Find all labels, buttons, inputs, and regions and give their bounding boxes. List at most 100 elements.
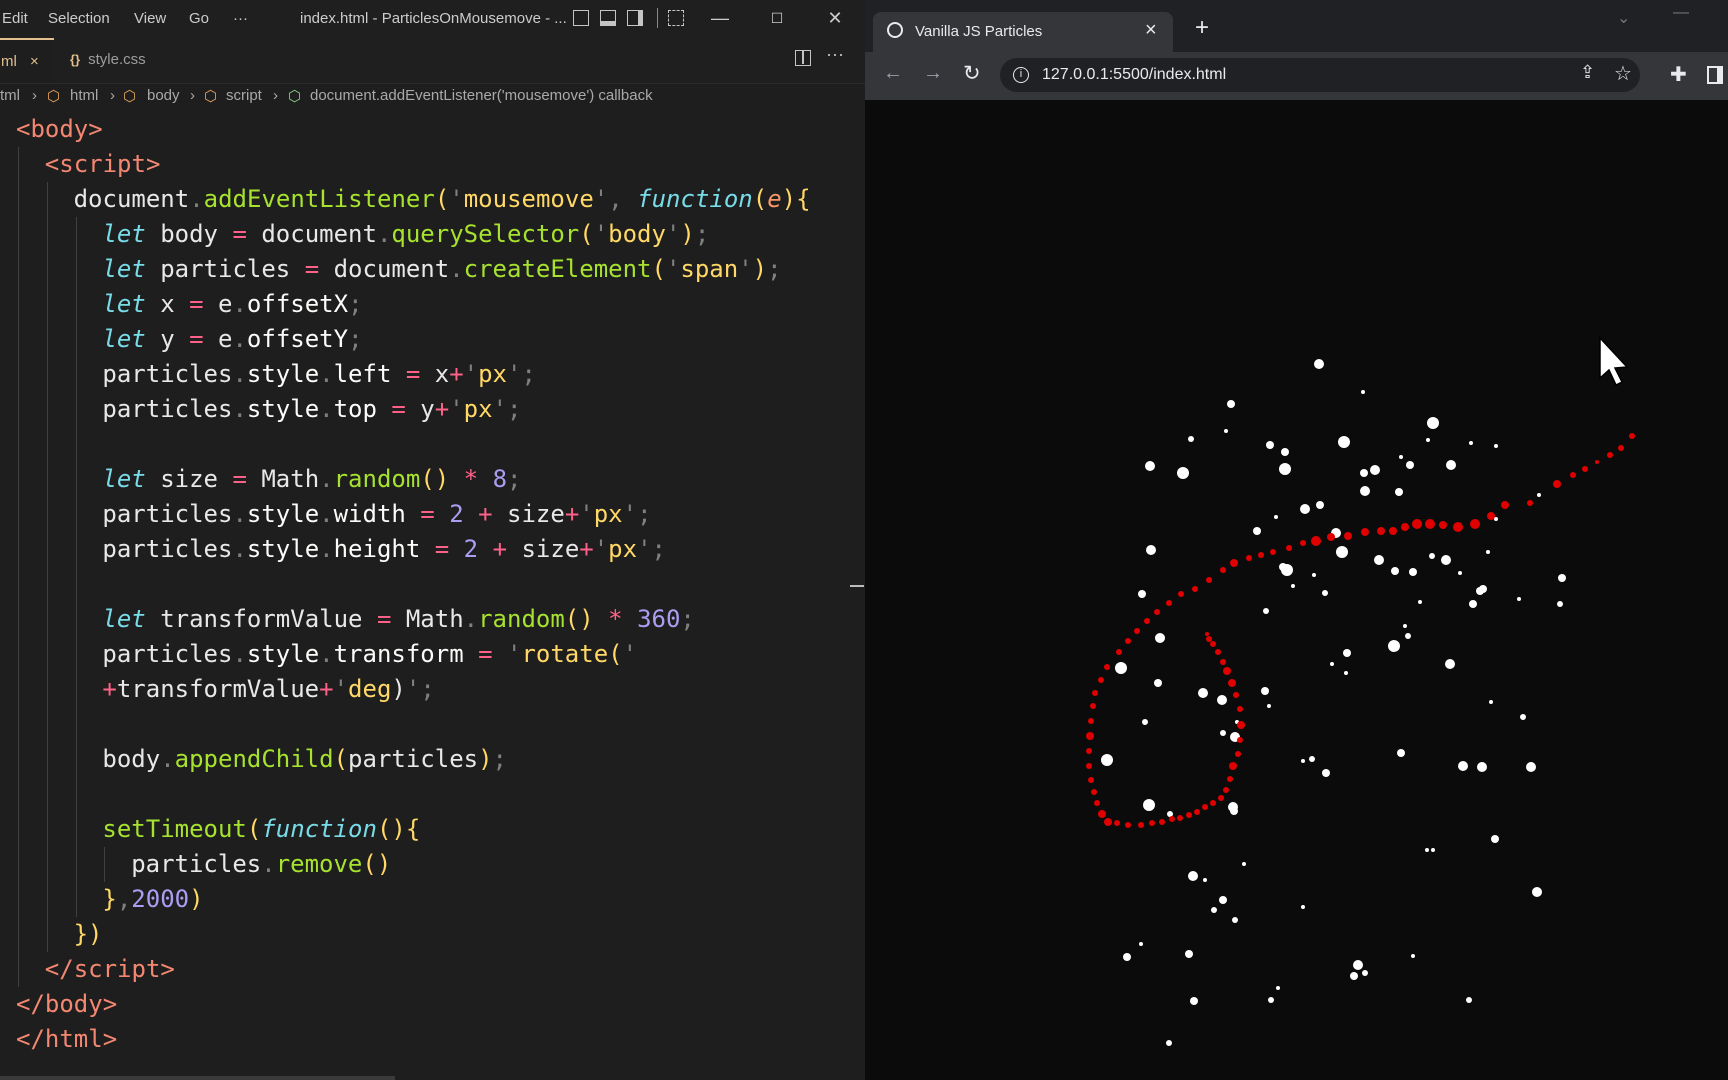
code-token: particles: [102, 500, 233, 528]
menu-view[interactable]: View: [134, 10, 166, 27]
menu-more[interactable]: ···: [233, 10, 248, 27]
red-particle: [1258, 552, 1264, 558]
red-particle: [1086, 763, 1092, 769]
code-token: ){: [781, 185, 811, 213]
white-particle: [1139, 942, 1143, 946]
white-particle: [1353, 960, 1363, 970]
code-token: style: [246, 535, 320, 563]
share-icon[interactable]: ⇪: [1580, 62, 1595, 83]
particles-canvas[interactable]: [865, 100, 1728, 1080]
red-particle: [1116, 649, 1122, 655]
red-particle: [1425, 519, 1435, 529]
more-actions-icon[interactable]: ···: [826, 44, 844, 65]
menu-go[interactable]: Go: [189, 10, 209, 27]
red-particle: [1159, 819, 1165, 825]
globe-icon: [887, 22, 903, 38]
code-token: (: [246, 815, 262, 843]
red-particle: [1501, 501, 1509, 509]
code-token: particles: [348, 745, 479, 773]
code-token: px: [593, 500, 623, 528]
code-token: (: [333, 745, 349, 773]
white-particle: [1406, 461, 1414, 469]
breadcrumb-item[interactable]: script: [226, 87, 262, 104]
white-particle: [1391, 567, 1399, 575]
bookmark-star-icon[interactable]: ☆: [1614, 61, 1632, 86]
white-particle: [1466, 997, 1472, 1003]
code-token: style: [246, 395, 320, 423]
extensions-icon[interactable]: ✚: [1670, 62, 1687, 87]
code-token: transformValue: [116, 675, 320, 703]
tab-index-html[interactable]: ml ×: [0, 38, 54, 83]
breadcrumb-item[interactable]: tml: [0, 87, 20, 104]
minimize-icon[interactable]: —: [1673, 4, 1689, 22]
info-icon[interactable]: i: [1013, 67, 1029, 83]
red-particle: [1377, 527, 1385, 535]
minimize-icon[interactable]: —: [705, 4, 735, 32]
code-token: ,: [116, 885, 132, 913]
breadcrumb-item[interactable]: document.addEventListener('mousemove') c…: [310, 87, 653, 104]
menu-selection[interactable]: Selection: [48, 10, 110, 27]
code-token: width: [333, 500, 406, 528]
reload-icon[interactable]: ↻: [963, 61, 981, 86]
red-particle: [1235, 751, 1241, 757]
red-particle: [1487, 512, 1495, 520]
code-token: body: [145, 220, 233, 248]
code-token: ': [463, 360, 479, 388]
indent-guide: [46, 182, 48, 217]
red-particle: [1205, 632, 1209, 636]
indent-guide: [18, 742, 19, 777]
code-token: let: [102, 220, 146, 248]
code-token: style: [246, 500, 320, 528]
tab-search-icon[interactable]: ⌄: [1617, 8, 1630, 28]
red-particle: [1527, 500, 1533, 506]
code-token: ;: [637, 500, 652, 528]
maximize-icon[interactable]: ☐: [762, 4, 792, 32]
indent-guide: [18, 952, 19, 987]
red-particle: [1154, 609, 1160, 615]
split-editor-icon[interactable]: [795, 50, 811, 66]
white-particle: [1309, 756, 1315, 762]
address-bar[interactable]: i 127.0.0.1:5500/index.html ⇪ ☆: [1000, 58, 1640, 92]
new-tab-icon[interactable]: +: [1195, 14, 1209, 42]
breadcrumb-item[interactable]: html: [70, 87, 98, 104]
toggle-secondary-sidebar-icon[interactable]: [627, 10, 643, 26]
indent-guide: [46, 777, 48, 812]
customize-layout-icon[interactable]: [668, 10, 684, 26]
white-particle: [1268, 997, 1274, 1003]
side-panel-icon[interactable]: [1707, 66, 1723, 84]
indent-guide: [18, 602, 19, 637]
red-particle: [1215, 649, 1221, 655]
url-text[interactable]: 127.0.0.1:5500/index.html: [1042, 66, 1226, 84]
browser-toolbar: ← → ↻ i 127.0.0.1:5500/index.html ⇪ ☆ ✚: [865, 52, 1728, 100]
red-particle: [1091, 789, 1097, 795]
close-icon[interactable]: ×: [30, 40, 39, 84]
red-particle: [1092, 690, 1098, 696]
code-editor[interactable]: <body> <script> document.addEventListener(…: [0, 111, 865, 1080]
code-token: ;: [348, 325, 363, 353]
toggle-panel-icon[interactable]: [600, 10, 616, 26]
red-particle: [1186, 812, 1192, 818]
tab-style-css[interactable]: {} style.css: [70, 38, 146, 83]
code-token: <: [16, 115, 31, 143]
red-particle: [1094, 800, 1100, 806]
toggle-primary-sidebar-icon[interactable]: [573, 10, 589, 26]
back-icon[interactable]: ←: [883, 62, 903, 85]
code-token: e: [767, 185, 782, 213]
code-line: <script>: [45, 147, 161, 182]
forward-icon[interactable]: →: [923, 62, 943, 85]
breadcrumb-item[interactable]: body: [147, 87, 180, 104]
browser-tab[interactable]: Vanilla JS Particles ×: [873, 12, 1173, 52]
code-token: script: [73, 955, 161, 983]
red-particle: [1401, 523, 1409, 531]
close-window-icon[interactable]: ✕: [820, 4, 850, 32]
menu-edit[interactable]: Edit: [2, 10, 28, 27]
close-tab-icon[interactable]: ×: [1145, 19, 1157, 42]
white-particle: [1261, 687, 1269, 695]
indent-guide: [18, 392, 19, 427]
horizontal-scrollbar[interactable]: [0, 1076, 395, 1080]
code-line: particles.style.top = y+'px';: [102, 392, 521, 427]
